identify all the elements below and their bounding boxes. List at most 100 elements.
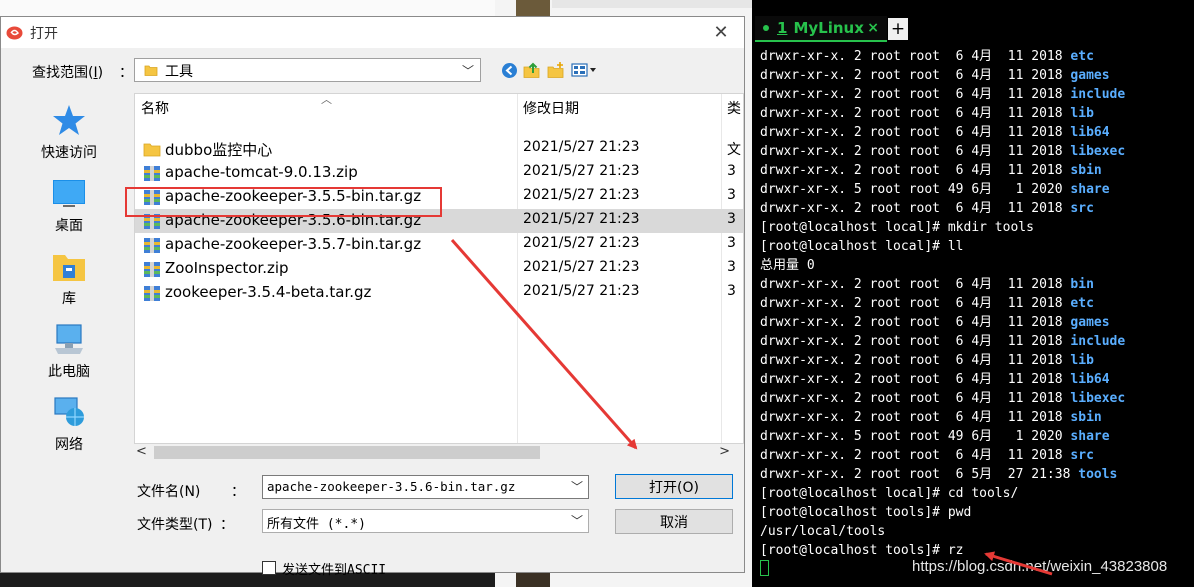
file-row[interactable]: apache-zookeeper-3.5.7-bin.tar.gz 2021/5/…	[135, 233, 743, 257]
file-date: 2021/5/27 21:23	[523, 163, 640, 179]
terminal-line: drwxr-xr-x. 2 root root 6 4月 11 2018 sbi…	[760, 161, 1190, 180]
terminal-line: drwxr-xr-x. 2 root root 6 4月 11 2018 gam…	[760, 66, 1190, 85]
up-folder-button[interactable]	[522, 60, 542, 80]
dialog-title-bar[interactable]: 打开 ✕	[1, 17, 744, 48]
terminal-line: drwxr-xr-x. 2 root root 6 4月 11 2018 lib	[760, 104, 1190, 123]
filename-label: 文件名(N)	[137, 484, 201, 500]
directory-name: include	[1070, 334, 1126, 349]
place-this-pc[interactable]: 此电脑	[9, 318, 129, 388]
terminal-line-text: [root@localhost tools]# pwd	[760, 505, 972, 520]
cancel-button[interactable]: 取消	[615, 509, 733, 534]
directory-name: games	[1070, 315, 1110, 330]
desktop-icon	[53, 180, 85, 207]
session-status-dot-icon	[763, 25, 769, 31]
file-row[interactable]: dubbo监控中心 2021/5/27 21:23 文	[135, 137, 743, 161]
place-quick-access[interactable]: 快速访问	[9, 99, 129, 169]
terminal-tab-name: MyLinux	[793, 19, 864, 37]
terminal-tab-mylinux[interactable]: 1 MyLinux ×	[755, 16, 887, 42]
chevron-down-icon[interactable]: ﹀	[462, 62, 474, 79]
terminal-line: drwxr-xr-x. 5 root root 49 6月 1 2020 sha…	[760, 427, 1190, 446]
terminal-line: drwxr-xr-x. 2 root root 6 4月 11 2018 src	[760, 199, 1190, 218]
file-date: 2021/5/27 21:23	[523, 259, 640, 275]
file-date: 2021/5/27 21:23	[523, 283, 640, 299]
terminal-line: drwxr-xr-x. 2 root root 6 5月 27 21:38 to…	[760, 465, 1190, 484]
terminal-line: drwxr-xr-x. 2 root root 6 4月 11 2018 lib…	[760, 142, 1190, 161]
column-header-date[interactable]: 修改日期	[523, 98, 579, 118]
terminal-line-text: [root@localhost tools]# rz	[760, 543, 964, 558]
new-folder-button[interactable]	[546, 60, 566, 80]
tab-close-icon[interactable]: ×	[867, 20, 879, 36]
filetype-select[interactable]: 所有文件 (*.*)	[262, 509, 589, 533]
back-button[interactable]	[500, 60, 518, 80]
terminal-line: [root@localhost local]# ll	[760, 237, 1190, 256]
up-folder-icon	[523, 62, 540, 78]
open-button[interactable]: 打开(O)	[615, 474, 733, 499]
terminal-line-text: [root@localhost local]# ll	[760, 239, 964, 254]
file-name: dubbo监控中心	[165, 141, 273, 159]
terminal-window[interactable]: 1 MyLinux × + drwxr-xr-x. 2 root root 6 …	[752, 0, 1194, 587]
scroll-right-icon[interactable]: >	[719, 444, 730, 459]
terminal-line: drwxr-xr-x. 5 root root 49 6月 1 2020 sha…	[760, 180, 1190, 199]
ascii-checkbox[interactable]	[262, 561, 276, 575]
close-button[interactable]: ✕	[710, 20, 732, 44]
terminal-line-text: 总用量 0	[760, 258, 815, 273]
horizontal-scrollbar[interactable]: < >	[134, 444, 744, 461]
background-taskbar-strip	[0, 572, 495, 587]
dialog-title: 打开	[30, 26, 58, 42]
terminal-line-text: drwxr-xr-x. 2 root root 6 4月 11 2018	[760, 68, 1071, 83]
place-network[interactable]: 网络	[9, 391, 129, 461]
directory-name: etc	[1070, 49, 1094, 64]
terminal-line-text: drwxr-xr-x. 2 root root 6 4月 11 2018	[760, 315, 1071, 330]
file-row[interactable]: zookeeper-3.5.4-beta.tar.gz 2021/5/27 21:…	[135, 281, 743, 305]
filename-colon: ：	[231, 484, 245, 500]
terminal-line-text: drwxr-xr-x. 2 root root 6 4月 11 2018	[760, 391, 1071, 406]
terminal-line-text: drwxr-xr-x. 2 root root 6 4月 11 2018	[760, 296, 1071, 311]
terminal-line-text: drwxr-xr-x. 2 root root 6 4月 11 2018	[760, 201, 1071, 216]
terminal-line: drwxr-xr-x. 2 root root 6 4月 11 2018 sbi…	[760, 408, 1190, 427]
terminal-output[interactable]: drwxr-xr-x. 2 root root 6 4月 11 2018 etc…	[760, 47, 1190, 579]
directory-name: lib	[1070, 353, 1094, 368]
terminal-line: [root@localhost local]# mkdir tools	[760, 218, 1190, 237]
column-header-name[interactable]: 名称	[141, 98, 169, 118]
column-header-type[interactable]: 类	[727, 98, 741, 118]
new-tab-button[interactable]: +	[888, 18, 908, 40]
file-list[interactable]: ︿ 名称 修改日期 类 dubbo监控中心 2021/5/27 21:23 文 apa…	[134, 93, 744, 444]
place-label: 快速访问	[41, 145, 97, 161]
terminal-line-text: drwxr-xr-x. 2 root root 6 4月 11 2018	[760, 106, 1071, 121]
terminal-line-text: drwxr-xr-x. 2 root root 6 4月 11 2018	[760, 125, 1071, 140]
column-headers: ︿ 名称 修改日期 类	[135, 94, 743, 122]
terminal-tab-number: 1	[777, 19, 788, 37]
file-row[interactable]: ZooInspector.zip 2021/5/27 21:23 3	[135, 257, 743, 281]
app-logo-icon	[6, 26, 23, 40]
file-type: 文	[727, 142, 741, 158]
terminal-line-text: /usr/local/tools	[760, 524, 886, 539]
chevron-down-icon[interactable]: ﹀	[571, 478, 583, 495]
place-libraries[interactable]: 库	[9, 245, 129, 315]
place-desktop[interactable]: 桌面	[9, 172, 129, 242]
directory-name: src	[1070, 201, 1094, 216]
scrollbar-thumb[interactable]	[154, 446, 540, 459]
directory-name: lib	[1070, 106, 1094, 121]
directory-name: bin	[1070, 277, 1094, 292]
file-date: 2021/5/27 21:23	[523, 211, 640, 227]
chevron-down-icon[interactable]: ﹀	[571, 512, 583, 529]
archive-icon	[144, 166, 160, 181]
filename-input[interactable]: apache-zookeeper-3.5.6-bin.tar.gz	[262, 475, 589, 499]
terminal-line: 总用量 0	[760, 256, 1190, 275]
directory-name: games	[1070, 68, 1110, 83]
look-in-dropdown[interactable]: 工具 ﹀	[134, 58, 481, 82]
view-menu-button[interactable]	[570, 60, 600, 80]
terminal-line-text: drwxr-xr-x. 2 root root 6 4月 11 2018	[760, 49, 1071, 64]
directory-name: libexec	[1070, 391, 1126, 406]
file-row[interactable]: apache-tomcat-9.0.13.zip 2021/5/27 21:23 3	[135, 161, 743, 185]
terminal-line-text: drwxr-xr-x. 2 root root 6 5月 27 21:38	[760, 467, 1079, 482]
file-type: 3	[727, 163, 736, 179]
terminal-line: drwxr-xr-x. 2 root root 6 4月 11 2018 lib…	[760, 389, 1190, 408]
ascii-checkbox-label: 发送文件到ASCII	[282, 563, 387, 578]
directory-name: sbin	[1070, 410, 1102, 425]
file-type: 3	[727, 187, 736, 203]
terminal-line-text: drwxr-xr-x. 5 root root 49 6月 1 2020	[760, 182, 1071, 197]
look-in-colon: ：	[119, 65, 133, 81]
scroll-left-icon[interactable]: <	[136, 444, 147, 459]
terminal-line: drwxr-xr-x. 2 root root 6 4月 11 2018 inc…	[760, 332, 1190, 351]
